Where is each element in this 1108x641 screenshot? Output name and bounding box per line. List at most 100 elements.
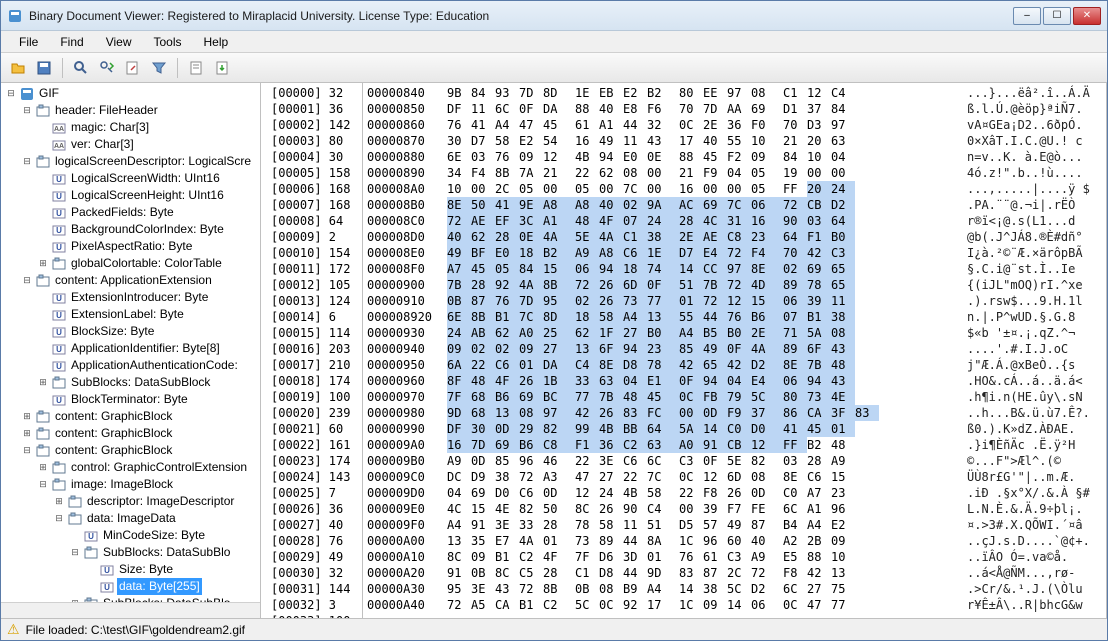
menu-view[interactable]: View <box>96 33 142 51</box>
offset-item[interactable]: [00007] 168 <box>265 197 358 213</box>
node-label[interactable]: SubBlocks: DataSubBlo <box>101 595 232 602</box>
filter-button[interactable] <box>148 57 170 79</box>
menu-tools[interactable]: Tools <box>143 33 191 51</box>
node-label[interactable]: PackedFields: Byte <box>69 204 176 221</box>
hex-row[interactable]: 0000093024AB62A025621F27B0A4B5B02E715A08… <box>367 325 1102 341</box>
tree-scroll[interactable]: ⊟GIF⊟header: FileHeaderAAmagic: Char[3]A… <box>1 83 260 602</box>
menu-file[interactable]: File <box>9 33 48 51</box>
hex-row[interactable]: 00000A20910B8CC528C1D8449D83872C72F84213… <box>367 565 1102 581</box>
offset-item[interactable]: [00021] 60 <box>265 421 358 437</box>
hex-row[interactable]: 000009809D68130897422683FC000DF93786CA3F… <box>367 405 1102 421</box>
find-next-button[interactable] <box>96 57 118 79</box>
offset-item[interactable]: [00017] 210 <box>265 357 358 373</box>
hex-row[interactable]: 0000089206E8BB17C8D1858A413554476B607B13… <box>367 309 1102 325</box>
tree-node[interactable]: ⊟content: GraphicBlock <box>5 442 256 459</box>
hex-row[interactable]: 000009506A22C601DAC48ED878426542D28E7B48… <box>367 357 1102 373</box>
offset-item[interactable]: [00014] 6 <box>265 309 358 325</box>
tree-node[interactable]: UApplicationAuthenticationCode: <box>5 357 256 374</box>
node-label[interactable]: data: Byte[255] <box>117 578 202 595</box>
tree-node[interactable]: ⊟SubBlocks: DataSubBlo <box>5 544 256 561</box>
tree-node[interactable]: UExtensionIntroducer: Byte <box>5 289 256 306</box>
offset-list[interactable]: [00000] 32[00001] 36[00002] 142[00003] 8… <box>261 83 362 618</box>
collapse-icon[interactable]: ⊟ <box>5 88 17 100</box>
offset-item[interactable]: [00011] 172 <box>265 261 358 277</box>
expand-icon[interactable]: ⊞ <box>21 428 33 440</box>
offset-item[interactable]: [00019] 100 <box>265 389 358 405</box>
offset-item[interactable]: [00032] 3 <box>265 597 358 613</box>
node-label[interactable]: logicalScreenDescriptor: LogicalScre <box>53 153 253 170</box>
hex-row[interactable]: 000008806E037609124B94E00E8845F209841004… <box>367 149 1102 165</box>
tree-node[interactable]: ⊞ descriptor: ImageDescriptor <box>5 493 256 510</box>
offset-item[interactable]: [00002] 142 <box>265 117 358 133</box>
offset-item[interactable]: [00029] 49 <box>265 549 358 565</box>
node-label[interactable]: PixelAspectRatio: Byte <box>69 238 194 255</box>
refresh-button[interactable] <box>122 57 144 79</box>
save-button[interactable] <box>33 57 55 79</box>
collapse-icon[interactable]: ⊟ <box>21 105 33 117</box>
hex-row[interactable]: 000009B0A90D859646223EC66CC30F5E820328A9… <box>367 453 1102 469</box>
collapse-icon[interactable]: ⊟ <box>53 513 65 525</box>
offset-item[interactable]: [00016] 203 <box>265 341 358 357</box>
hex-row[interactable]: 0000089034F48B7A212262080021F90405190000… <box>367 165 1102 181</box>
offset-item[interactable]: [00005] 158 <box>265 165 358 181</box>
hex-row[interactable]: 000008C072AEEF3CA1484F0724284C3116900364… <box>367 213 1102 229</box>
node-label[interactable]: LogicalScreenWidth: UInt16 <box>69 170 222 187</box>
tree-node[interactable]: ⊟ data: ImageData <box>5 510 256 527</box>
collapse-icon[interactable]: ⊟ <box>21 275 33 287</box>
node-label[interactable]: ExtensionIntroducer: Byte <box>69 289 210 306</box>
tree-node[interactable]: AAver: Char[3] <box>5 136 256 153</box>
hex-row[interactable]: 000009707F68B669BC777B48450CFB795C80734E… <box>367 389 1102 405</box>
node-label[interactable]: MinCodeSize: Byte <box>101 527 207 544</box>
node-label[interactable]: data: ImageData <box>85 510 178 527</box>
tree-node[interactable]: ⊞SubBlocks: DataSubBlock <box>5 374 256 391</box>
tree-node[interactable]: ⊞content: GraphicBlock <box>5 408 256 425</box>
expand-icon[interactable]: ⊞ <box>37 462 49 474</box>
node-label[interactable]: ver: Char[3] <box>69 136 136 153</box>
offset-item[interactable]: [00031] 144 <box>265 581 358 597</box>
hex-row[interactable]: 00000990DF300D2982994BBB645A14C0D0414501… <box>367 421 1102 437</box>
hex-row[interactable]: 000008409B84937D8D1EEBE2B280EE9708C112C4… <box>367 85 1102 101</box>
tree-node[interactable]: ⊞SubBlocks: DataSubBlo <box>5 595 256 602</box>
hex-row[interactable]: 000009007B28924A8B72266D0F517B724D897865… <box>367 277 1102 293</box>
node-label[interactable]: BackgroundColorIndex: Byte <box>69 221 226 238</box>
tree-node[interactable]: ⊞ content: GraphicBlock <box>5 425 256 442</box>
node-label[interactable]: globalColortable: ColorTable <box>69 255 224 272</box>
tree-node[interactable]: UApplicationIdentifier: Byte[8] <box>5 340 256 357</box>
node-label[interactable]: BlockTerminator: Byte <box>69 391 190 408</box>
hex-row[interactable]: 00000850DF116C0FDA8840E8F6707DAA69D13784… <box>367 101 1102 117</box>
menu-find[interactable]: Find <box>50 33 93 51</box>
offset-item[interactable]: [00020] 239 <box>265 405 358 421</box>
hex-row[interactable]: 000009D00469D0C60D12244B5822F8260DC0A723… <box>367 485 1102 501</box>
offset-item[interactable]: [00008] 64 <box>265 213 358 229</box>
tree-node[interactable]: ⊟content: ApplicationExtension <box>5 272 256 289</box>
offset-item[interactable]: [00028] 76 <box>265 533 358 549</box>
hex-row[interactable]: 000009C0DCD93872A34727227C0C126D088EC615… <box>367 469 1102 485</box>
find-button[interactable] <box>70 57 92 79</box>
node-label[interactable]: content: GraphicBlock <box>53 425 174 442</box>
tree-node[interactable]: USize: Byte <box>5 561 256 578</box>
hex-row[interactable]: 00000A001335E74A017389448A1C966040A22B09… <box>367 533 1102 549</box>
hex-row[interactable]: 000009608F484F261B336304E10F9404E4069443… <box>367 373 1102 389</box>
offset-item[interactable]: [00009] 2 <box>265 229 358 245</box>
hex-row[interactable]: 00000A30953E43728B0B08B9A414385CD26C2775… <box>367 581 1102 597</box>
tree-node[interactable]: ⊟GIF <box>5 85 256 102</box>
tree-node[interactable]: ⊟header: FileHeader <box>5 102 256 119</box>
node-label[interactable]: SubBlocks: DataSubBlock <box>69 374 212 391</box>
hex-row[interactable]: 000008F0A7450584150694187414CC978E026965… <box>367 261 1102 277</box>
hex-row[interactable]: 000008E049BFE018B2A9A8C61ED7E472F47042C3… <box>367 245 1102 261</box>
tree-node[interactable]: ⊟image: ImageBlock <box>5 476 256 493</box>
expand-icon[interactable]: ⊞ <box>53 496 65 508</box>
tree-node[interactable]: ⊞globalColortable: ColorTable <box>5 255 256 272</box>
menu-help[interactable]: Help <box>194 33 239 51</box>
hex-row[interactable]: 00000A4072A5CAB1C25C0C92171C0914060C4777… <box>367 597 1102 613</box>
node-label[interactable]: ApplicationAuthenticationCode: <box>69 357 240 374</box>
offset-item[interactable]: [00012] 105 <box>265 277 358 293</box>
hex-row[interactable]: 000009F0A4913E332878581151D5574987B4A4E2… <box>367 517 1102 533</box>
tree-node[interactable]: UPackedFields: Byte <box>5 204 256 221</box>
tree-node[interactable]: UBlockTerminator: Byte <box>5 391 256 408</box>
hex-row[interactable]: 000009400902020927136F942385490F4A896F43… <box>367 341 1102 357</box>
node-label[interactable]: descriptor: ImageDescriptor <box>85 493 236 510</box>
close-button[interactable]: ✕ <box>1073 7 1101 25</box>
hex-view[interactable]: 000008409B84937D8D1EEBE2B280EE9708C112C4… <box>363 83 1106 618</box>
expand-icon[interactable]: ⊞ <box>21 411 33 423</box>
